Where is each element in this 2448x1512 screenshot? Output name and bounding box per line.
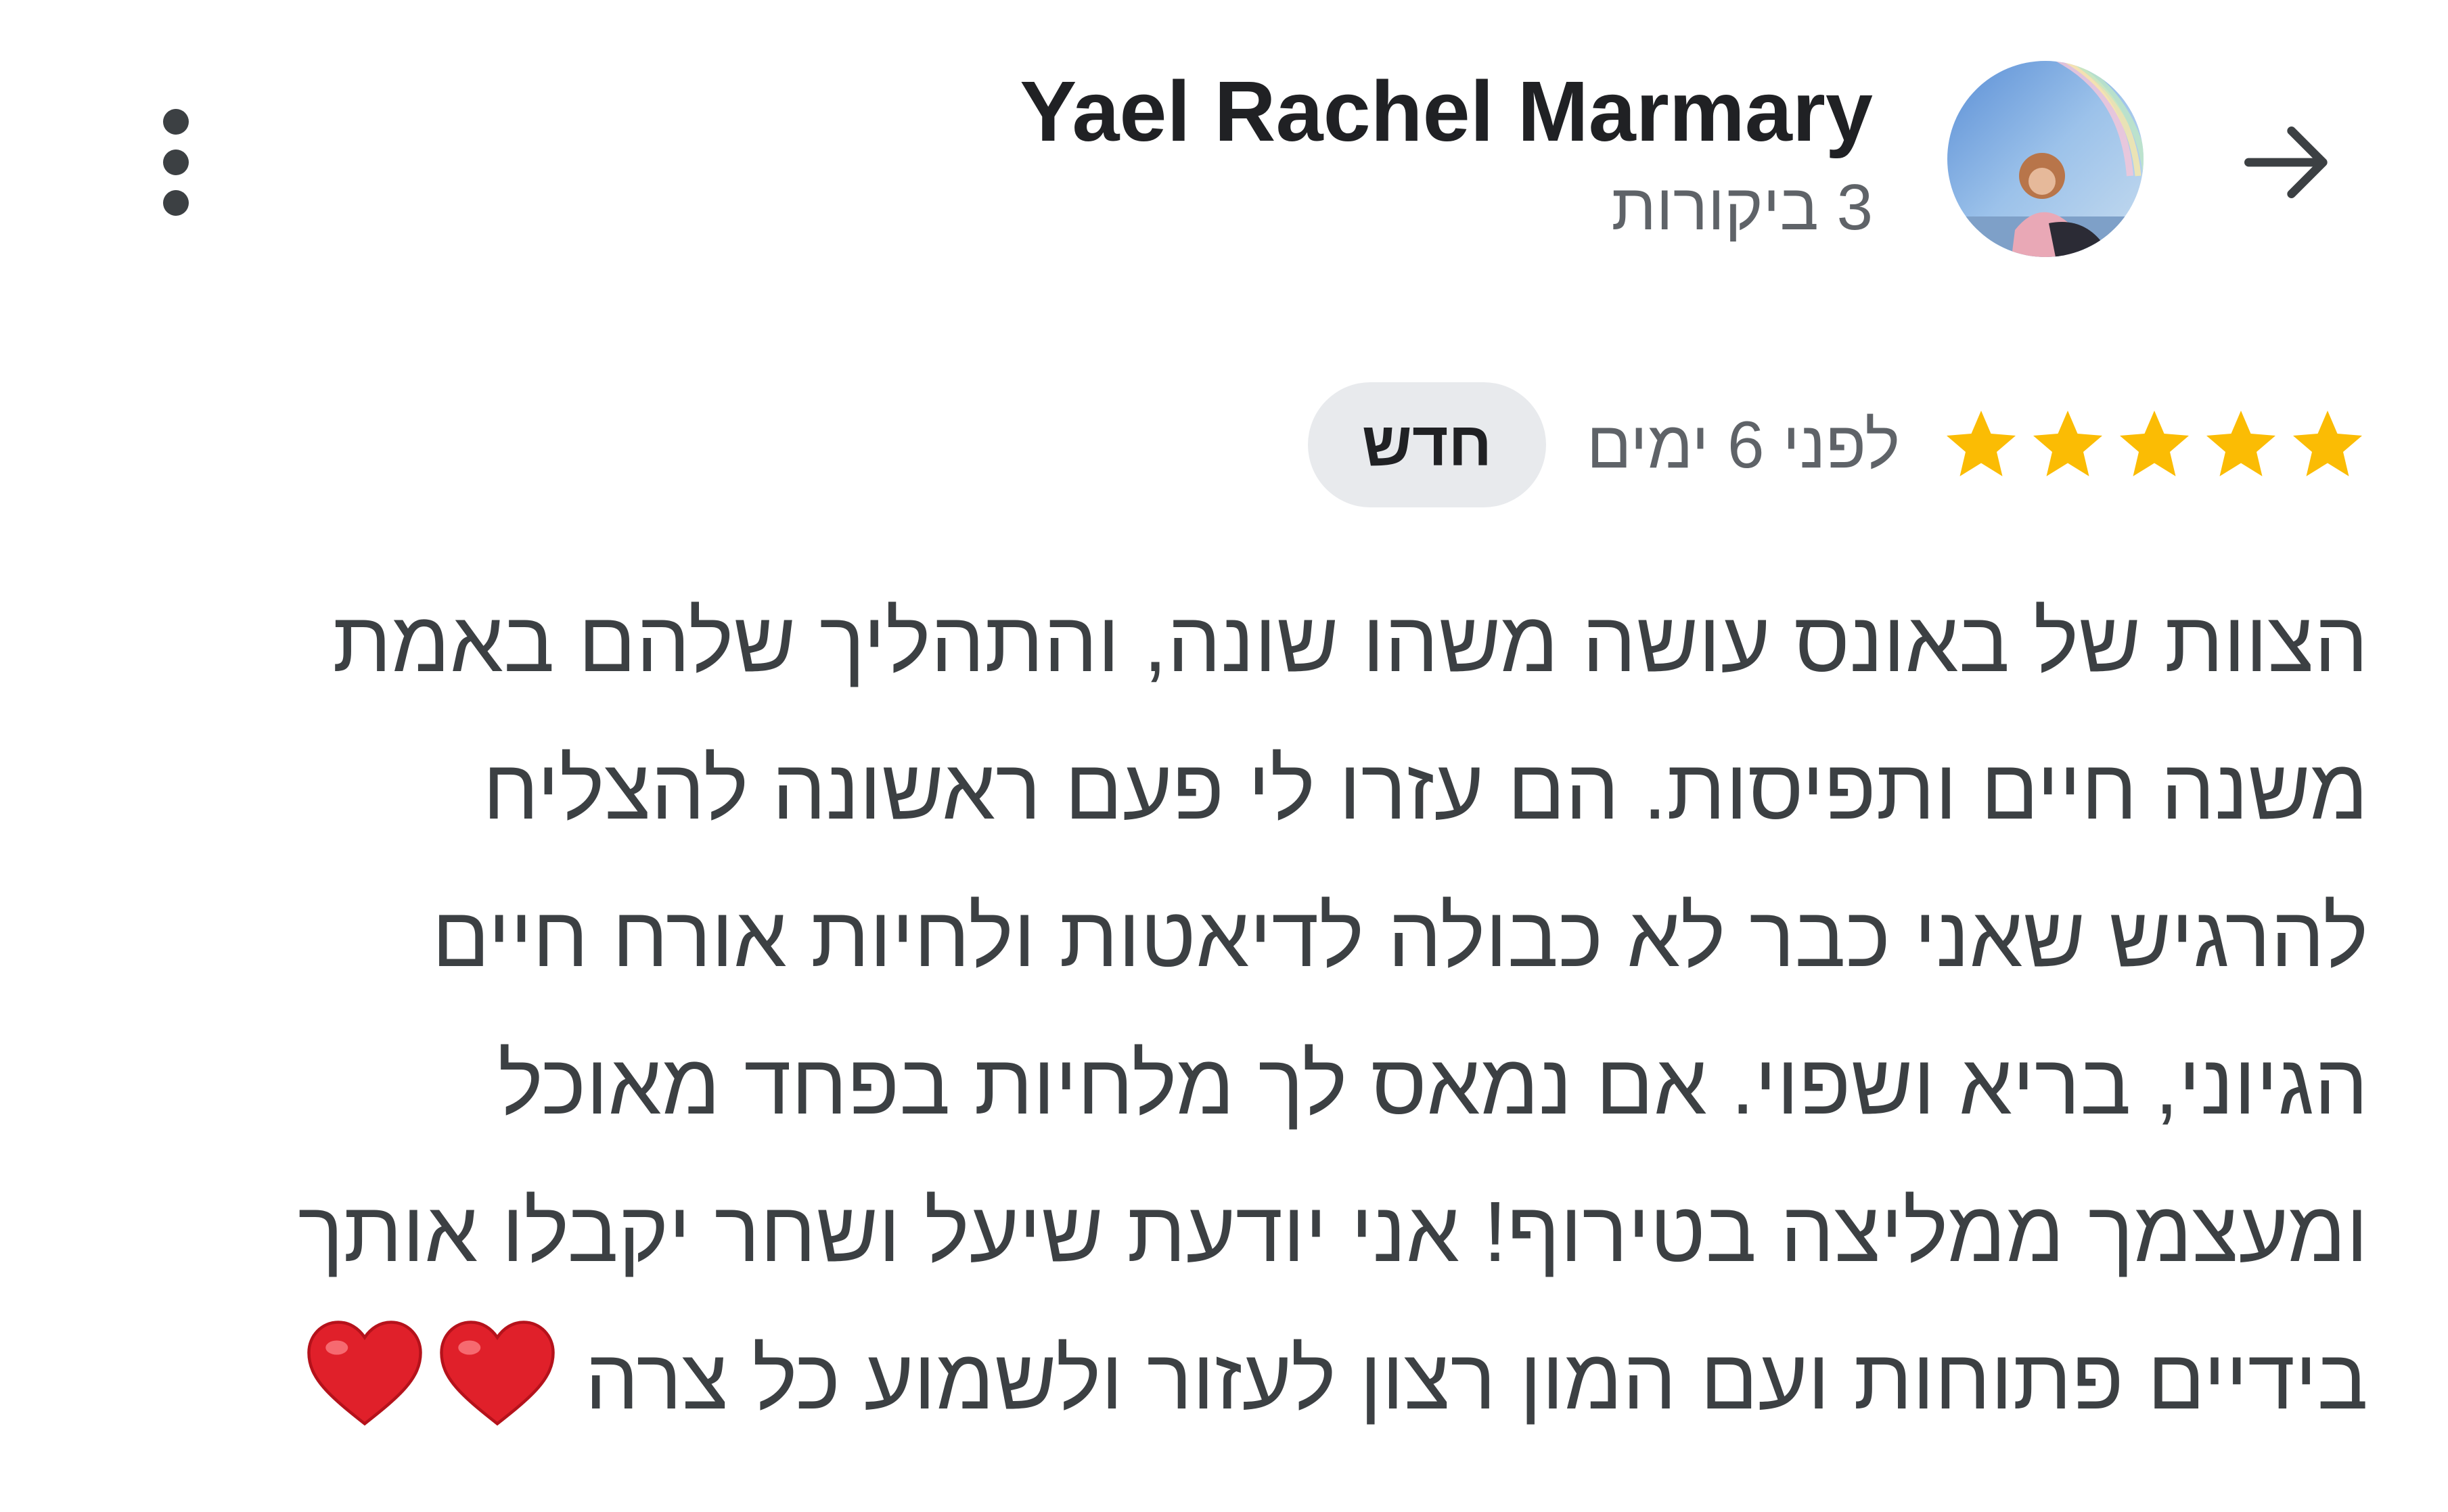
back-button[interactable] bbox=[2226, 101, 2348, 223]
star-icon bbox=[1947, 410, 2016, 476]
star-rating bbox=[1941, 405, 2368, 486]
review-text: הצוות של באונס עושה משהו שונה, והתהליך ש… bbox=[149, 568, 2368, 1473]
review-text-line-last: בידיים פתוחות ועם המון רצון לעזור ולשמוע… bbox=[149, 1306, 2368, 1473]
reviewer-info: Yael Rachel Marmary 3 ביקורות bbox=[1020, 64, 1873, 248]
review-time: לפני 6 ימים bbox=[1586, 407, 1900, 482]
heart-icon bbox=[439, 1321, 555, 1426]
star-icon bbox=[2120, 410, 2189, 476]
star-icon bbox=[2206, 410, 2275, 476]
more-vertical-icon bbox=[163, 109, 189, 216]
review-text-line: בידיים פתוחות ועם המון רצון לעזור ולשמוע… bbox=[585, 1331, 2368, 1427]
review-meta: לפני 6 ימים חדש bbox=[1307, 382, 2368, 507]
review-text-line: משנה חיים ותפיסות. הם עזרו לי פעם ראשונה… bbox=[482, 741, 2368, 837]
review-count: 3 ביקורות bbox=[1611, 171, 1873, 244]
star-icon bbox=[2293, 410, 2362, 476]
heart-icon bbox=[307, 1321, 422, 1426]
avatar-photo bbox=[1947, 61, 2144, 257]
review-text-line: ומעצמך ממליצה בטירוף! אני יודעת שיעל ושח… bbox=[298, 1184, 2368, 1279]
review-text-line: הגיוני, בריא ושפוי. אם נמאס לך מלחיות בפ… bbox=[497, 1036, 2368, 1132]
new-badge: חדש bbox=[1307, 382, 1546, 507]
star-icon bbox=[2033, 410, 2102, 476]
hearts-emoji bbox=[293, 1317, 558, 1473]
reviewer-name[interactable]: Yael Rachel Marmary bbox=[1020, 64, 1873, 159]
review-text-line: הצוות של באונס עושה משהו שונה, והתהליך ש… bbox=[332, 594, 2369, 689]
avatar[interactable] bbox=[1947, 61, 2144, 257]
arrow-right-icon bbox=[2244, 127, 2328, 198]
review-header: Yael Rachel Marmary 3 ביקורות bbox=[0, 0, 2448, 298]
more-options-button[interactable] bbox=[129, 95, 223, 230]
review-text-line: להרגיש שאני כבר לא כבולה לדיאטות ולחיות … bbox=[432, 889, 2368, 984]
